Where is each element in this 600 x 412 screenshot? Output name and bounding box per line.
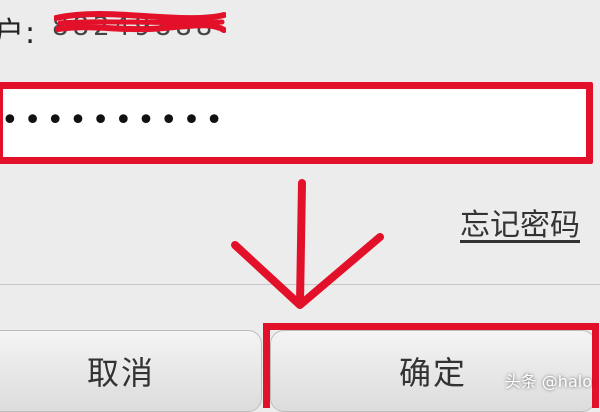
watermark: 头条 @halo (504, 372, 592, 391)
account-value: 88249888 (52, 12, 217, 42)
password-field[interactable]: •••••••••• (0, 82, 593, 164)
forgot-password-link[interactable]: 忘记密码 (460, 200, 580, 244)
password-dots: •••••••••• (1, 103, 228, 138)
confirm-button-label: 确定 (398, 354, 467, 392)
down-arrow-annotation-icon (231, 179, 384, 309)
cancel-button-label: 取消 (86, 354, 155, 392)
divider (0, 284, 600, 285)
account-row: 户: 88249888 (0, 0, 600, 55)
account-label: 户: (0, 16, 37, 51)
